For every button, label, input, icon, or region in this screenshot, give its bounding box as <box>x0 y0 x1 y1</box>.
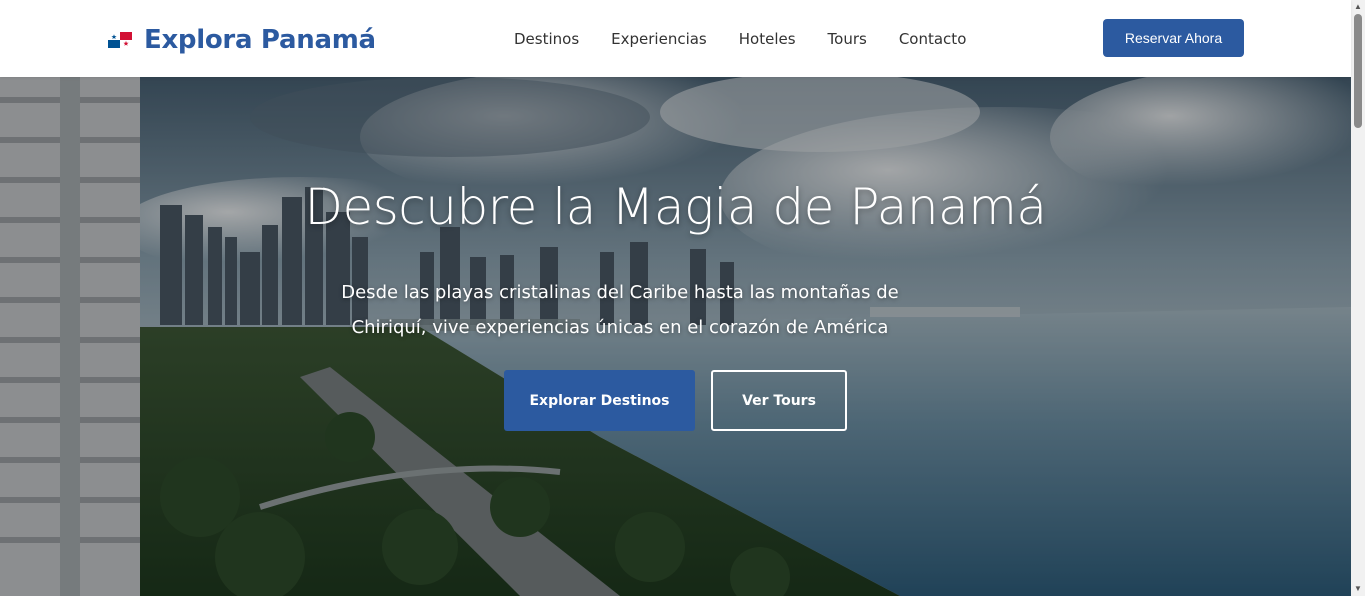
nav-item-tours: Tours <box>828 28 867 50</box>
nav-item-experiencias: Experiencias <box>611 28 707 50</box>
chevron-up-icon[interactable]: ▲ <box>1351 0 1365 14</box>
nav-link-destinos[interactable]: Destinos <box>514 30 579 48</box>
page-scrollbar[interactable]: ▲ ▼ <box>1351 0 1365 596</box>
hero-title: Descubre la Magia de Panamá <box>304 178 1047 236</box>
hero-subtitle: Desde las playas cristalinas del Caribe … <box>341 282 899 338</box>
nav-item-contacto: Contacto <box>899 28 967 50</box>
chevron-down-icon[interactable]: ▼ <box>1351 582 1365 596</box>
brand-name: Explora Panamá <box>144 25 376 55</box>
view-tours-button[interactable]: Ver Tours <box>711 370 847 431</box>
hero-section: Descubre la Magia de Panamá Desde las pl… <box>0 77 1351 596</box>
nav-link-experiencias[interactable]: Experiencias <box>611 30 707 48</box>
nav-item-hoteles: Hoteles <box>739 28 796 50</box>
nav-item-destinos: Destinos <box>514 28 579 50</box>
nav-link-hoteles[interactable]: Hoteles <box>739 30 796 48</box>
nav-link-tours[interactable]: Tours <box>828 30 867 48</box>
site-header: Explora Panamá Destinos Experiencias Hot… <box>0 0 1351 77</box>
explore-destinations-button[interactable]: Explorar Destinos <box>504 370 695 431</box>
nav-link-contacto[interactable]: Contacto <box>899 30 967 48</box>
brand-logo-link[interactable]: Explora Panamá <box>108 22 376 58</box>
reserve-now-button[interactable]: Reservar Ahora <box>1103 19 1244 57</box>
panama-flag-icon <box>108 32 132 48</box>
scrollbar-thumb[interactable] <box>1354 14 1362 128</box>
main-nav: Destinos Experiencias Hoteles Tours Cont… <box>514 28 966 50</box>
